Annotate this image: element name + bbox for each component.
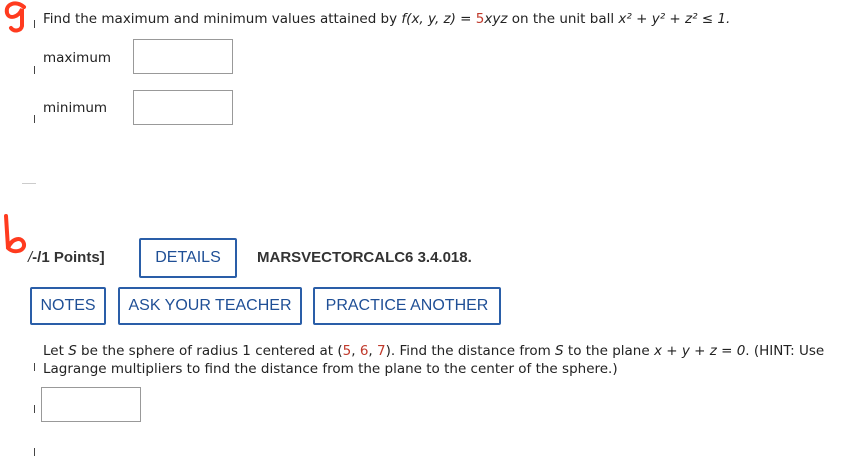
margin-tick [34,405,35,413]
ask-your-teacher-button[interactable]: ASK YOUR TEACHER [118,287,302,325]
handwritten-mark-a [2,0,32,38]
minimum-label: minimum [43,100,108,116]
notes-button[interactable]: NOTES [30,287,106,325]
distance-answer-input[interactable] [41,387,141,422]
details-button[interactable]: DETAILS [139,238,237,278]
section-divider [22,183,36,184]
maximum-input[interactable] [133,39,233,74]
margin-tick [34,363,35,371]
margin-tick [34,115,35,123]
margin-tick [34,448,35,456]
maximum-label: maximum [43,50,112,66]
source-label: MARSVECTORCALC6 3.4.018. [257,249,472,266]
question-1-text: Find the maximum and minimum values atta… [43,11,731,27]
question-2-text-line1: Let S be the sphere of radius 1 centered… [43,343,825,359]
practice-another-button[interactable]: PRACTICE ANOTHER [313,287,501,325]
question-2-text-line2: Lagrange multipliers to find the distanc… [43,361,618,377]
minimum-input[interactable] [133,90,233,125]
margin-tick [34,20,35,28]
margin-tick [34,66,35,74]
points-label: /-/1 Points] [28,249,105,266]
